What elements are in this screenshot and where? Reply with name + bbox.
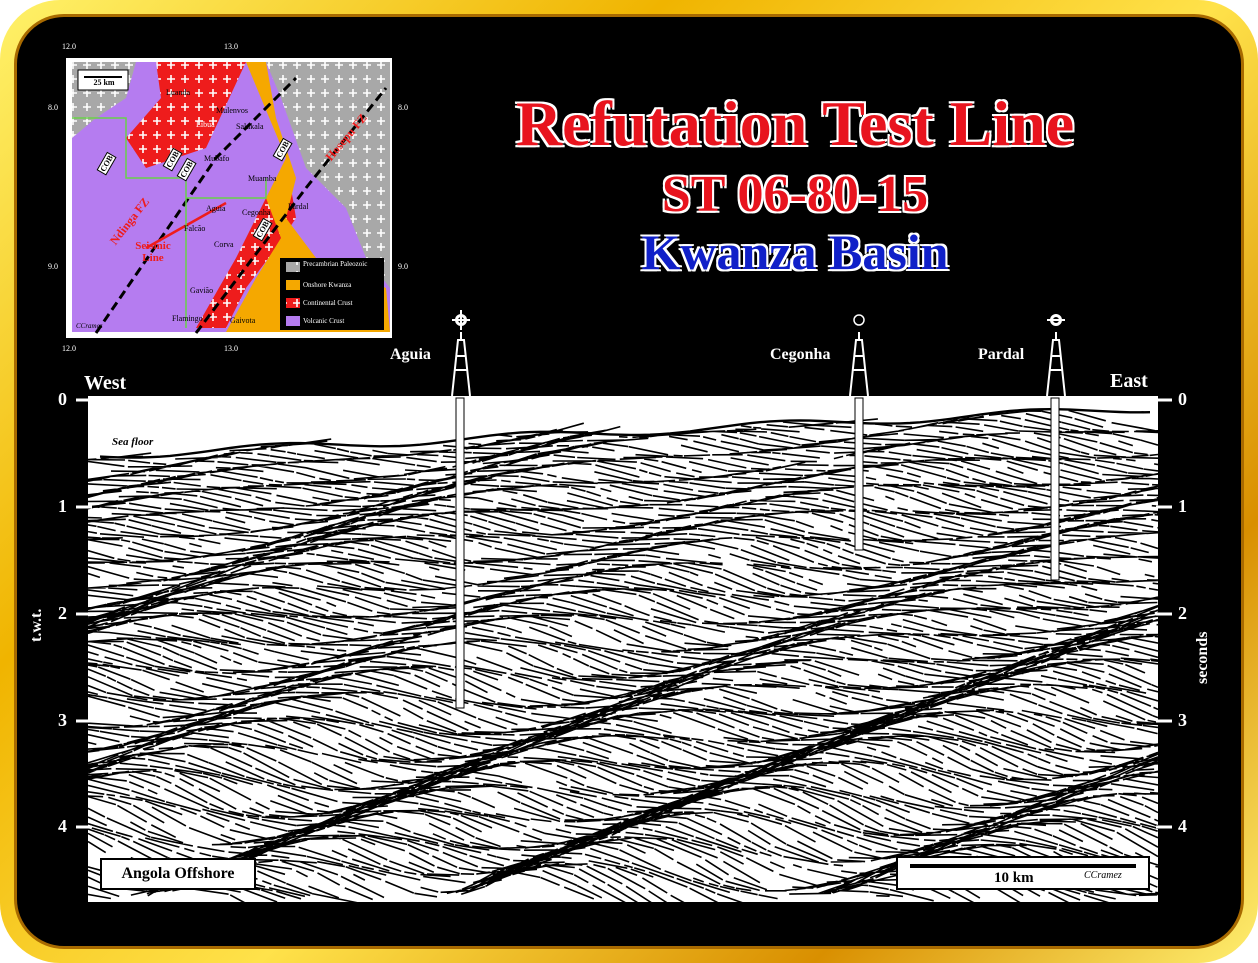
well-cegonha <box>849 314 869 551</box>
well-aguia <box>451 310 471 709</box>
well-pardal <box>1046 314 1066 581</box>
axis-tick-marks <box>76 398 1172 829</box>
section-credit: CCramez <box>1084 870 1122 881</box>
scale-box: 10 km CCramez <box>896 856 1150 890</box>
well-label-cegonha: Cegonha <box>770 346 831 363</box>
scale-label: 10 km <box>994 870 1034 886</box>
wells-overlay <box>76 310 1172 829</box>
angola-offshore-box: Angola Offshore <box>100 858 256 890</box>
well-label-aguia: Aguia <box>390 346 431 363</box>
scale-bar <box>910 864 1136 868</box>
well-label-pardal: Pardal <box>978 346 1025 363</box>
